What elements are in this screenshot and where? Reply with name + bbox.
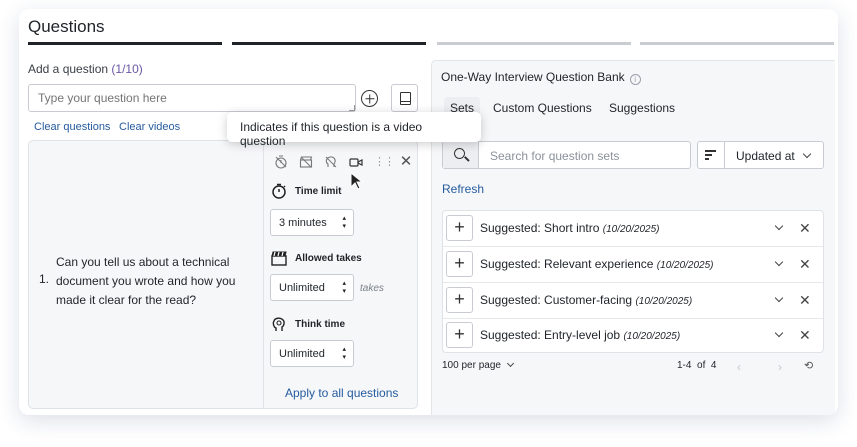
info-icon[interactable]: i	[629, 74, 641, 85]
question-number: 1.	[39, 272, 50, 286]
pagination-info: 1-4 of 4	[677, 360, 716, 371]
list-item: + Suggested: Customer-facing (10/20/2025…	[443, 283, 823, 319]
next-page-icon[interactable]: ›	[778, 360, 782, 374]
set-name: Suggested: Short intro (10/20/2025)	[480, 221, 660, 235]
mouse-cursor-icon	[350, 172, 364, 190]
pager-of: of	[697, 360, 706, 371]
add-set-button[interactable]: +	[446, 251, 473, 277]
list-item: + Suggested: Entry-level job (10/20/2025…	[443, 318, 823, 354]
set-name: Suggested: Customer-facing (10/20/2025)	[480, 293, 693, 307]
search-box[interactable]: Search for question sets	[442, 141, 691, 169]
search-button[interactable]	[443, 142, 479, 168]
think-time-select[interactable]: Unlimited	[270, 340, 354, 367]
remove-set-icon[interactable]: ✕	[799, 256, 811, 273]
question-bank-panel: One-Way Interview Question Bank i Sets Cu…	[431, 60, 835, 415]
question-bank-button[interactable]	[391, 84, 418, 112]
think-time-label: Think time	[295, 319, 346, 330]
reload-icon[interactable]: ⟲	[804, 359, 813, 372]
progress-step-2	[232, 42, 426, 45]
add-set-button[interactable]: +	[446, 215, 473, 241]
expand-chevron-icon[interactable]	[774, 221, 784, 231]
list-item: + Suggested: Short intro (10/20/2025) ✕	[443, 211, 823, 247]
expand-chevron-icon[interactable]	[774, 328, 784, 338]
drag-handle-icon[interactable]: ⋮⋮	[374, 155, 395, 169]
think-time-toggle-icon[interactable]	[324, 155, 338, 169]
remove-set-icon[interactable]: ✕	[799, 292, 811, 309]
tab-custom-questions[interactable]: Custom Questions	[487, 97, 598, 119]
refresh-link[interactable]: Refresh	[442, 182, 484, 196]
resize-grip-icon[interactable]	[349, 105, 355, 111]
add-set-button[interactable]: +	[446, 322, 473, 348]
takes-toggle-icon[interactable]	[299, 155, 313, 169]
add-question-label: Add a question (1/10)	[28, 62, 143, 76]
prev-page-icon[interactable]: ‹	[737, 360, 741, 374]
allowed-takes-select[interactable]: Unlimited	[270, 274, 354, 301]
question-settings: ⋮⋮ ✕ Time limit 3 minutes Allowed takes …	[263, 141, 417, 408]
remove-set-icon[interactable]: ✕	[799, 327, 811, 344]
time-limit-toggle-icon[interactable]	[274, 155, 288, 169]
book-icon	[400, 92, 411, 105]
set-name: Suggested: Entry-level job (10/20/2025)	[480, 328, 681, 342]
question-count: (1/10)	[111, 62, 143, 76]
sort-select[interactable]: Updated at	[724, 141, 824, 169]
progress-step-1	[28, 42, 222, 45]
chevron-down-icon	[506, 359, 514, 368]
time-limit-label: Time limit	[295, 186, 342, 197]
questions-card: Questions Add a question (1/10) Clear qu…	[19, 9, 838, 415]
search-icon	[454, 148, 465, 159]
tab-suggestions[interactable]: Suggestions	[603, 97, 681, 119]
question-bank-title: One-Way Interview Question Bank i	[441, 70, 641, 85]
apply-all-questions-link[interactable]: Apply to all questions	[285, 386, 398, 400]
clear-questions-link[interactable]: Clear questions	[34, 121, 110, 133]
question-toolbar: ⋮⋮ ✕	[273, 154, 417, 171]
delete-question-icon[interactable]: ✕	[399, 154, 413, 169]
video-question-tooltip: Indicates if this question is a video qu…	[227, 112, 481, 148]
add-question-plus-icon[interactable]	[361, 90, 378, 107]
question-set-list: + Suggested: Short intro (10/20/2025) ✕ …	[442, 210, 824, 353]
set-name: Suggested: Relevant experience (10/20/20…	[480, 257, 714, 271]
clear-videos-link[interactable]: Clear videos	[119, 121, 180, 133]
sort-select-value: Updated at	[736, 149, 795, 163]
sort-icon	[705, 150, 717, 160]
per-page-select[interactable]: 100 per page	[442, 359, 514, 371]
list-item: + Suggested: Relevant experience (10/20/…	[443, 247, 823, 283]
question-input[interactable]	[28, 84, 356, 112]
question-bank-title-text: One-Way Interview Question Bank	[441, 70, 625, 84]
per-page-value: 100 per page	[442, 360, 501, 371]
sort-direction-button[interactable]	[697, 141, 725, 169]
video-question-icon[interactable]	[349, 155, 363, 169]
question-text[interactable]: Can you tell us about a technical docume…	[56, 253, 256, 310]
add-set-button[interactable]: +	[446, 287, 473, 313]
pager-total: 4	[710, 360, 717, 371]
takes-suffix: takes	[360, 283, 384, 294]
chevron-down-icon	[802, 149, 812, 159]
time-limit-select[interactable]: 3 minutes	[270, 209, 354, 236]
progress-step-3	[437, 42, 631, 45]
expand-chevron-icon[interactable]	[774, 293, 784, 303]
progress-step-4	[640, 42, 834, 45]
search-input[interactable]: Search for question sets	[490, 149, 619, 163]
remove-set-icon[interactable]: ✕	[799, 220, 811, 237]
allowed-takes-label: Allowed takes	[295, 253, 362, 264]
page-title: Questions	[28, 17, 105, 36]
expand-chevron-icon[interactable]	[774, 257, 784, 267]
add-question-label-text: Add a question	[28, 62, 109, 76]
pager-range: 1-4	[677, 360, 692, 371]
